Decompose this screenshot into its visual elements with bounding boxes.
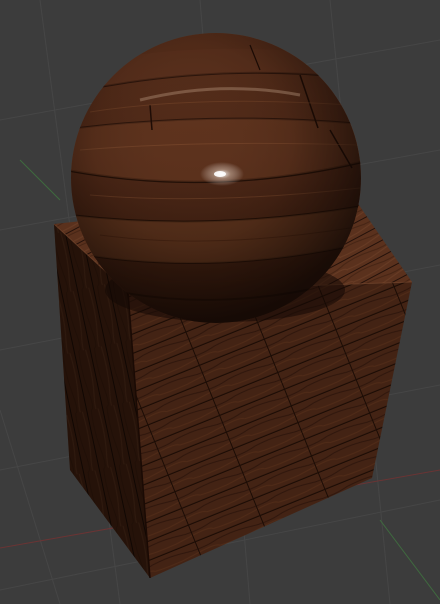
axis-y-line-lower [379, 519, 440, 601]
viewport-canvas[interactable] [0, 0, 440, 604]
3d-viewport[interactable] [0, 0, 440, 604]
axis-y-line [19, 159, 61, 201]
